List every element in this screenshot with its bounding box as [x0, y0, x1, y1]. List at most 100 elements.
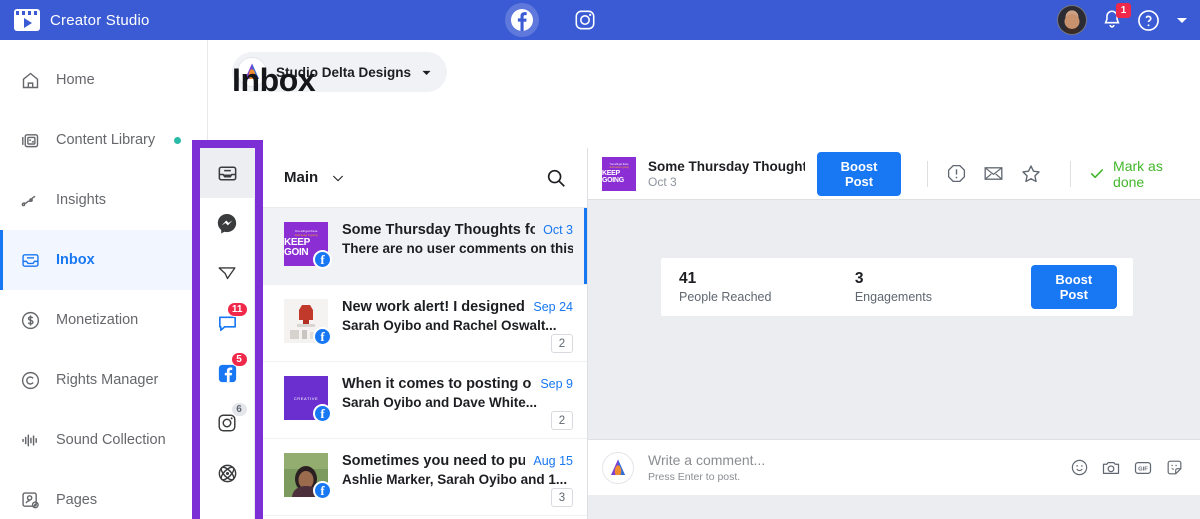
sidebar-item-label: Rights Manager: [56, 372, 159, 388]
home-icon: [18, 70, 42, 91]
notification-badge: 1: [1116, 3, 1131, 18]
thread-thumbnail: You will get there Just keep it going KE…: [284, 222, 332, 269]
facebook-source-icon: f: [313, 404, 332, 423]
sidebar-item-sound-collection[interactable]: Sound Collection: [0, 410, 207, 470]
conversation-date: Oct 3: [648, 174, 677, 189]
thread-list-item[interactable]: You will get there Just keep it going KE…: [263, 208, 587, 285]
sidebar-item-content-library[interactable]: Content Library: [0, 110, 207, 170]
waveform-icon: [18, 430, 42, 451]
sidebar-item-pages[interactable]: Pages: [0, 470, 207, 519]
facebook-source-icon: f: [313, 481, 332, 500]
sidebar-item-inbox[interactable]: Inbox: [0, 230, 207, 290]
search-icon[interactable]: [545, 167, 567, 189]
thread-title: When it comes to posting on...: [342, 376, 533, 392]
thread-list-item[interactable]: f Sometimes you need to put the... Aug 1…: [263, 439, 587, 516]
brand-title: Creator Studio: [50, 11, 150, 29]
sidebar-item-label: Pages: [56, 492, 98, 508]
thread-date: Sep 24: [533, 300, 573, 314]
sidebar-item-home[interactable]: Home: [0, 50, 207, 110]
insights-icon: [18, 190, 42, 211]
post-stats-card: 41 People Reached 3 Engagements Boost Po…: [661, 258, 1133, 316]
rail-comments-icon[interactable]: 11: [200, 298, 255, 348]
clapperboard-icon: [14, 9, 40, 31]
rail-instagram-icon[interactable]: 6: [200, 398, 255, 448]
boost-post-button-header[interactable]: Boost Post: [816, 151, 902, 196]
sidebar-item-label: Insights: [56, 192, 106, 208]
thread-title: New work alert! I designed this...: [342, 299, 525, 315]
sidebar-item-label: Sound Collection: [56, 432, 166, 448]
thread-subtitle: There are no user comments on this...: [342, 241, 573, 256]
account-menu-chevron-down-icon[interactable]: [1174, 12, 1190, 28]
top-bar: Creator Studio 1: [0, 0, 1200, 40]
folder-filter[interactable]: Main: [284, 169, 346, 186]
conversation-action-icons: [927, 160, 1042, 187]
poster-headline: CREATIVE: [293, 395, 319, 401]
instagram-channel-icon[interactable]: [565, 0, 605, 40]
mark-as-done-label: Mark as done: [1113, 157, 1163, 190]
rail-atom-icon[interactable]: [200, 448, 255, 498]
chevron-down-icon: [422, 70, 431, 75]
conversation-footer-spacer: [588, 495, 1200, 519]
facebook-source-icon: f: [313, 250, 332, 269]
composer-hint: Press Enter to post.: [648, 471, 741, 483]
thread-comment-count: 2: [551, 411, 573, 430]
rail-messenger-icon[interactable]: [200, 198, 255, 248]
question-mark-icon[interactable]: [1137, 9, 1160, 32]
sidebar-item-insights[interactable]: Insights: [0, 170, 207, 230]
content-library-status-dot: [174, 136, 182, 144]
sticker-icon[interactable]: [1165, 458, 1184, 477]
conversation-pane: You will get there Just keep it going KE…: [588, 148, 1200, 519]
thread-list: Main You will get there Just keep it goi…: [263, 148, 588, 519]
conversation-body: 41 People Reached 3 Engagements Boost Po…: [588, 200, 1200, 487]
conversation-meta: Some Thursday Thoughts... Oct 3: [648, 159, 805, 189]
envelope-icon[interactable]: [983, 163, 1004, 184]
thread-subtitle: Ashlie Marker, Sarah Oyibo and 1...: [342, 472, 568, 487]
boost-post-button-stats[interactable]: Boost Post: [1030, 265, 1117, 309]
report-icon[interactable]: [946, 163, 967, 184]
stat-label: Engagements: [854, 290, 932, 304]
inbox-icon: [18, 250, 42, 271]
chevron-down-icon: [333, 175, 344, 181]
camera-icon[interactable]: [1101, 458, 1121, 478]
thread-thumbnail: f: [284, 453, 332, 500]
sidebar-item-rights-manager[interactable]: Rights Manager: [0, 350, 207, 410]
thread-thumbnail: f: [284, 299, 332, 346]
facebook-channel-icon[interactable]: [505, 3, 539, 37]
stat-label: People Reached: [679, 290, 772, 304]
channel-switcher: [505, 0, 605, 40]
poster-headline: KEEP GOING: [602, 170, 624, 184]
rail-inbox-tray-icon[interactable]: [199, 148, 255, 198]
facebook-source-icon: f: [313, 327, 332, 346]
sidebar-item-label: Monetization: [56, 312, 139, 328]
sidebar: Home Content Library Insights Inbox Mone…: [0, 40, 208, 519]
notifications-button[interactable]: 1: [1101, 3, 1131, 32]
comment-input[interactable]: Write a comment...: [648, 452, 1070, 468]
thread-subtitle: Sarah Oyibo and Dave White...: [342, 395, 538, 410]
thread-date: Sep 9: [540, 377, 573, 391]
thread-list-item[interactable]: f New work alert! I designed this... Sep…: [263, 285, 587, 362]
emoji-icon[interactable]: [1070, 458, 1089, 477]
composer-icons: GIF: [1070, 458, 1184, 478]
rail-send-plane-icon[interactable]: [200, 248, 255, 298]
composer-page-avatar: [602, 451, 634, 484]
dollar-icon: [18, 310, 42, 331]
avatar[interactable]: [1057, 5, 1087, 35]
thread-comment-count: 3: [551, 488, 573, 507]
rail-badge: 5: [230, 352, 248, 367]
brand[interactable]: Creator Studio: [0, 9, 150, 31]
sidebar-item-monetization[interactable]: Monetization: [0, 290, 207, 350]
check-icon: [1090, 169, 1104, 179]
stat-value: 41: [679, 270, 697, 287]
folder-filter-label: Main: [284, 169, 319, 186]
rail-facebook-icon[interactable]: 5: [200, 348, 255, 398]
mark-as-done-button[interactable]: Mark as done: [1070, 157, 1184, 190]
conversation-thumbnail: You will get there Just keep it going KE…: [602, 156, 636, 191]
thread-subtitle: Sarah Oyibo and Rachel Oswalt...: [342, 318, 557, 333]
gif-icon[interactable]: GIF: [1133, 458, 1153, 478]
thread-date: Oct 3: [543, 223, 573, 237]
conversation-title: Some Thursday Thoughts...: [648, 158, 805, 174]
star-icon[interactable]: [1020, 163, 1042, 185]
thread-date: Aug 15: [533, 454, 573, 468]
thread-list-item[interactable]: CREATIVE f When it comes to posting on..…: [263, 362, 587, 439]
top-bar-right: 1: [1057, 0, 1190, 40]
